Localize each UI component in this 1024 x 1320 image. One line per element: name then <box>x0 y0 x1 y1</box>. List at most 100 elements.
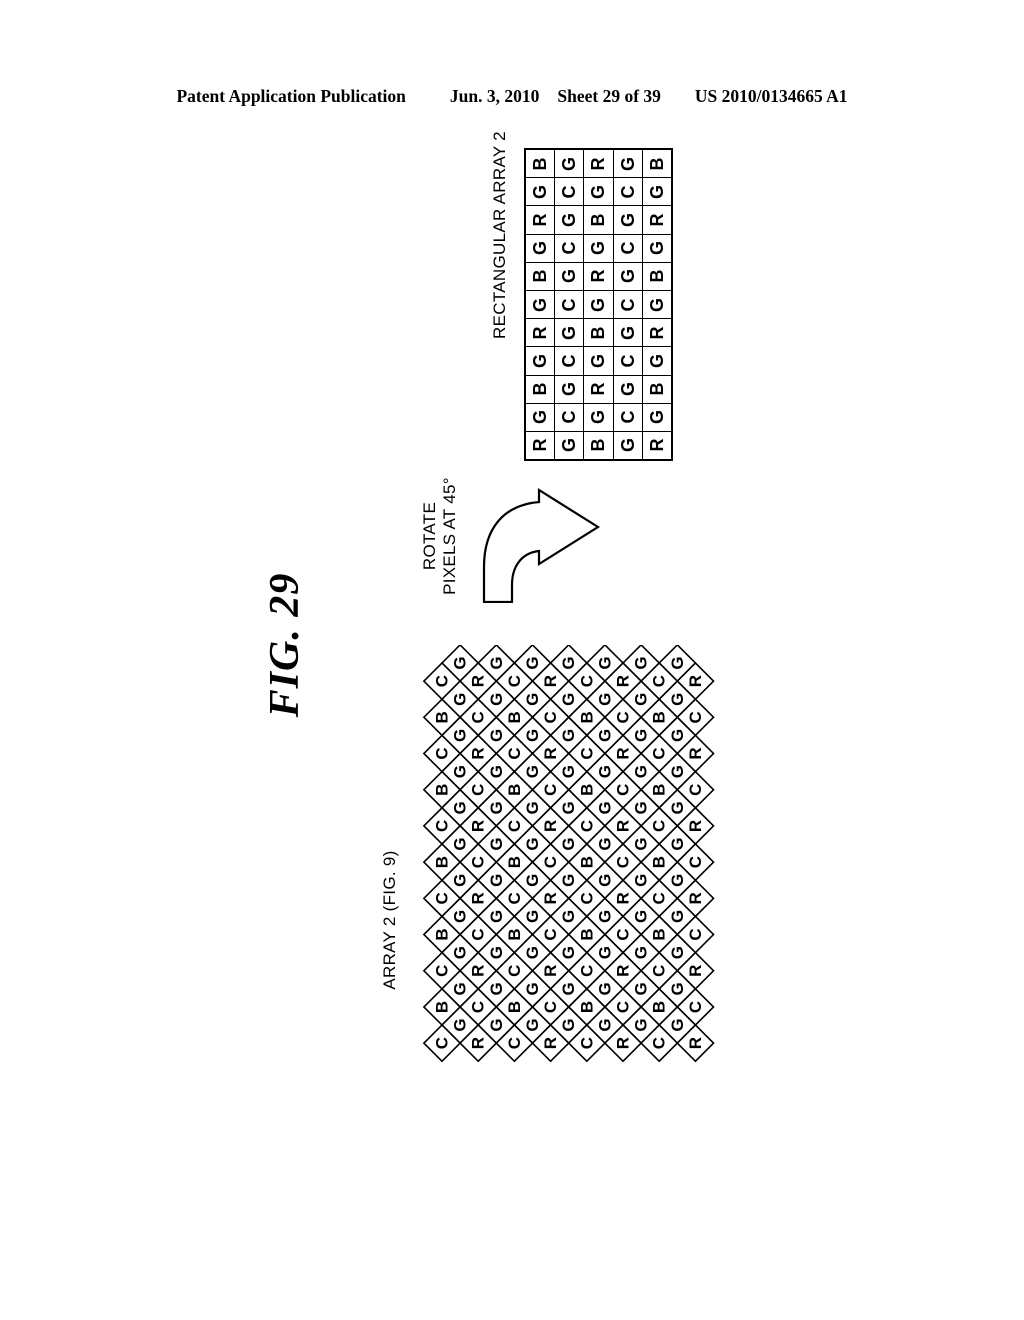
diamond-cell-label: R <box>541 747 560 759</box>
diamond-cell-label: G <box>451 801 470 814</box>
array-cell-label: G <box>617 325 638 340</box>
table-row: RGBGR <box>524 205 673 235</box>
diamond-cell-label: G <box>523 946 542 959</box>
array-cell-label: C <box>559 241 580 255</box>
diamond-cell-label: G <box>487 910 506 923</box>
diamond-cell-label: G <box>559 656 578 669</box>
diamond-cell-label: B <box>433 784 452 796</box>
diamond-cell-label: C <box>650 1037 669 1049</box>
array-cell: G <box>612 318 643 348</box>
diamond-cell-label: R <box>469 1037 488 1049</box>
diamond-cell-label: G <box>487 729 506 742</box>
diamond-cell-label: C <box>469 784 488 796</box>
array-cell-label: C <box>617 185 638 199</box>
diamond-cell-label: G <box>523 982 542 995</box>
diamond-cell-label: G <box>632 729 651 742</box>
array-cell-label: R <box>530 438 551 452</box>
diamond-cell-label: R <box>469 965 488 977</box>
diamond-cell-label: C <box>433 675 452 687</box>
array-cell-label: R <box>588 269 609 283</box>
diamond-cell-label: G <box>559 874 578 887</box>
array-cell-label: G <box>530 184 551 199</box>
diamond-cell-label: B <box>577 1001 596 1013</box>
table-row: GCGCG <box>524 289 673 320</box>
diamond-cell-label: G <box>559 729 578 742</box>
figure-title: FIG. 29 <box>262 572 308 718</box>
diamond-cell-label: C <box>505 747 524 759</box>
diamond-cell-label: C <box>433 965 452 977</box>
table-row: GCGCG <box>524 346 673 376</box>
diamond-cell-label: G <box>487 656 506 669</box>
diamond-cell-label: G <box>523 837 542 850</box>
array-cell-label: G <box>559 382 580 397</box>
array-cell-label: G <box>646 410 667 425</box>
diamond-cell-label: G <box>668 1018 687 1031</box>
diamond-cell-label: G <box>523 910 542 923</box>
diamond-cell-label: R <box>541 965 560 977</box>
diamond-cell-label: G <box>668 837 687 850</box>
diamond-cell-label: G <box>668 656 687 669</box>
array-cell: B <box>524 261 556 291</box>
diamond-cell-label: R <box>614 965 633 977</box>
diamond-cell-label: G <box>487 801 506 814</box>
array-cell: G <box>583 289 614 320</box>
array-cell: R <box>641 430 673 461</box>
diamond-cell-label: R <box>469 747 488 759</box>
diamond-cell-label: G <box>668 982 687 995</box>
array-cell-label: R <box>530 326 551 340</box>
array-cell: C <box>554 289 585 320</box>
array-cell: G <box>554 148 585 179</box>
diamond-cell-label: G <box>632 910 651 923</box>
array-cell-label: B <box>646 382 667 396</box>
array-cell-label: G <box>588 410 609 425</box>
diamond-cell-label: G <box>523 765 542 778</box>
array-cell: G <box>612 430 643 461</box>
array-cell-label: G <box>530 297 551 312</box>
diamond-cell-label: R <box>686 747 705 759</box>
array-cell: B <box>524 374 556 404</box>
diamond-cell-label: R <box>541 892 560 904</box>
array-cell: C <box>554 402 585 432</box>
array-cell: G <box>524 233 556 263</box>
diamond-cell-label: C <box>469 928 488 940</box>
array-cell: G <box>641 346 673 376</box>
array-cell: R <box>641 318 673 348</box>
diamond-cell-label: G <box>595 656 614 669</box>
diamond-cell-label: G <box>487 765 506 778</box>
diamond-cell-label: G <box>487 874 506 887</box>
array-cell: R <box>583 261 614 291</box>
diamond-cell-label: G <box>487 982 506 995</box>
array-cell-label: G <box>617 269 638 284</box>
table-row: BGRGB <box>524 374 673 404</box>
diamond-cell-label: C <box>505 892 524 904</box>
array-cell: R <box>524 430 556 461</box>
diamond-cell-label: R <box>686 965 705 977</box>
diamond-cell-label: C <box>614 711 633 723</box>
diamond-cell-label: G <box>632 982 651 995</box>
diamond-array-label: ARRAY 2 (FIG. 9) <box>380 850 399 990</box>
diamond-cell-label: G <box>487 946 506 959</box>
diamond-cell-label: G <box>632 837 651 850</box>
array-cell: G <box>524 289 556 320</box>
array-cell-label: G <box>646 184 667 199</box>
diamond-cell-label: C <box>686 928 705 940</box>
diamond-cell-label: R <box>686 675 705 687</box>
diamond-cell-label: G <box>595 946 614 959</box>
array-cell: R <box>524 205 556 235</box>
diamond-cell-label: G <box>451 874 470 887</box>
array-cell-label: C <box>617 241 638 255</box>
array-cell: B <box>641 148 673 179</box>
table-row: RGBGR <box>524 430 673 461</box>
diamond-cell-label: R <box>541 675 560 687</box>
diamond-cell-label: G <box>632 1018 651 1031</box>
diamond-cell-label: C <box>433 1037 452 1049</box>
diamond-cell-label: B <box>433 711 452 723</box>
diamond-cell-label: C <box>577 892 596 904</box>
diamond-cell-label: G <box>668 729 687 742</box>
table-row: GCGCG <box>524 402 673 432</box>
table-row: BGRGB <box>524 261 673 291</box>
array-cell-label: R <box>588 157 609 171</box>
diamond-cell-label: R <box>469 892 488 904</box>
diamond-cell-label: G <box>595 801 614 814</box>
rotate-annotation: ROTATE PIXELS AT 45° <box>414 446 466 626</box>
